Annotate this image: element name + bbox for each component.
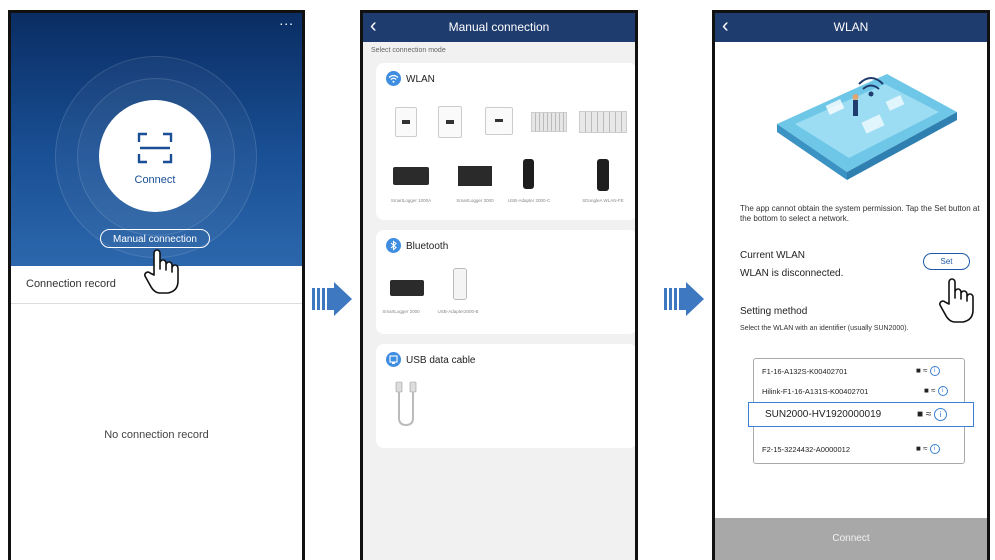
current-wlan-status: WLAN is disconnected. xyxy=(740,268,844,279)
wlan-body: The app cannot obtain the system permiss… xyxy=(715,42,987,560)
usb-icon xyxy=(386,352,401,367)
inverter-device-icon xyxy=(531,112,567,132)
connection-record-label: Connection record xyxy=(26,278,116,290)
network-status-icons: ■ ≈ i xyxy=(924,386,948,396)
tap-hand-icon xyxy=(939,278,974,323)
setting-method-label: Setting method xyxy=(740,306,808,317)
inverter-device-icon xyxy=(579,111,627,133)
usb-cable-icon xyxy=(395,381,417,427)
wlan-screen: ‹ WLAN The app cannot obtain the system … xyxy=(712,10,990,560)
device-caption: USB-Adapter 2000-C xyxy=(507,198,551,203)
connection-screen: ... Connect Manual connection Connection… xyxy=(8,10,305,560)
inverter-device-icon xyxy=(485,107,513,135)
device-caption: USB-Adapter2000-B xyxy=(437,309,479,314)
network-status-icons: ■ ≈ i xyxy=(916,444,940,454)
scan-icon xyxy=(137,132,173,164)
inverter-device-icon xyxy=(395,107,417,137)
mode-label: Select connection mode xyxy=(371,47,446,54)
lock-icon: ■ xyxy=(916,366,921,376)
tap-hand-icon xyxy=(144,249,179,294)
title-bar: ‹ WLAN xyxy=(715,13,987,42)
smartlogger-device-icon xyxy=(458,166,492,186)
smartlogger-device-icon xyxy=(390,280,424,296)
network-status-icons: ■ ≈ i xyxy=(916,366,940,376)
page-title: WLAN xyxy=(833,20,869,34)
selected-network-ssid: SUN2000-HV1920000019 xyxy=(765,409,882,420)
smartlogger-device-icon xyxy=(393,167,429,185)
device-caption: SmartLogger 1000A xyxy=(390,198,432,203)
bluetooth-icon xyxy=(386,238,401,253)
phone-wifi-illustration xyxy=(777,74,957,180)
next-arrow-icon xyxy=(664,282,704,316)
connect-hero: ... Connect Manual connection xyxy=(11,13,302,266)
title-bar: ‹ Manual connection xyxy=(363,13,635,42)
usb-cable-card[interactable]: USB data cable xyxy=(376,344,635,448)
empty-record-text: No connection record xyxy=(104,429,209,441)
device-caption: SmartLogger 3000 xyxy=(456,198,494,203)
selected-wlan-network[interactable]: SUN2000-HV1920000019 ■ ≈ i xyxy=(748,402,974,427)
more-menu-icon[interactable]: ... xyxy=(279,13,294,27)
wlan-card[interactable]: WLAN SmartLogger 1000A SmartLogger 3000 … xyxy=(376,63,635,220)
wlan-network-item[interactable]: Hilink-F1-16-A131S-K00402701 xyxy=(762,387,868,396)
lock-icon: ■ xyxy=(916,444,921,454)
sdongle-device-icon xyxy=(597,159,609,191)
bluetooth-title: Bluetooth xyxy=(406,241,449,252)
info-icon[interactable]: i xyxy=(929,444,940,454)
mode-list: Select connection mode WLAN SmartLogger … xyxy=(363,42,635,560)
wifi-icon: ≈ xyxy=(923,444,928,454)
connect-button[interactable]: Connect xyxy=(99,100,211,212)
setting-method-desc: Select the WLAN with an identifier (usua… xyxy=(740,325,909,332)
network-status-icons: ■ ≈ i xyxy=(917,408,948,421)
usb-title: USB data cable xyxy=(406,355,476,366)
usb-adapter-device-icon xyxy=(523,159,534,189)
manual-connection-button[interactable]: Manual connection xyxy=(100,229,210,248)
info-icon[interactable]: i xyxy=(937,386,948,396)
inverter-device-icon xyxy=(438,106,462,138)
permission-text: The app cannot obtain the system permiss… xyxy=(740,204,980,223)
page-title: Manual connection xyxy=(448,20,550,34)
device-caption: SmartLogger 2000 xyxy=(382,309,420,314)
wlan-network-item[interactable]: F2-15-3224432-A0000012 xyxy=(762,445,850,454)
next-arrow-icon xyxy=(312,282,352,316)
wifi-icon: ≈ xyxy=(925,409,932,421)
connect-button[interactable]: Connect xyxy=(715,518,987,560)
lock-icon: ■ xyxy=(924,386,929,396)
wlan-title: WLAN xyxy=(406,74,435,85)
wifi-icon: ≈ xyxy=(931,386,936,396)
current-wlan-label: Current WLAN xyxy=(740,250,806,261)
info-icon[interactable]: i xyxy=(929,366,940,376)
wifi-icon xyxy=(386,71,401,86)
bluetooth-card[interactable]: Bluetooth SmartLogger 2000 USB-Adapter20… xyxy=(376,230,635,334)
set-button[interactable]: Set xyxy=(923,253,970,270)
lock-icon: ■ xyxy=(917,409,924,421)
usb-adapter-device-icon xyxy=(453,268,467,300)
manual-connection-screen: ‹ Manual connection Select connection mo… xyxy=(360,10,638,560)
device-caption: SDongleA WLAN-FE xyxy=(582,198,624,203)
wifi-icon: ≈ xyxy=(923,366,928,376)
info-icon[interactable]: i xyxy=(934,408,948,421)
wlan-network-item[interactable]: F1-16-A132S-K00402701 xyxy=(762,367,847,376)
connect-label: Connect xyxy=(134,174,176,186)
